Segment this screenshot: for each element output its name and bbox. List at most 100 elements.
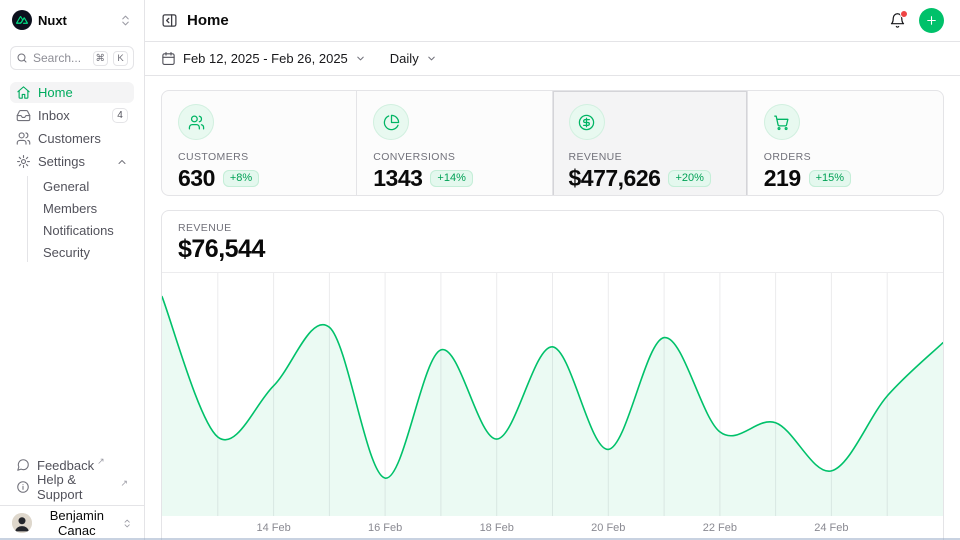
info-circle-icon [16,480,30,494]
dashboard-content: CUSTOMERS 630 +8% CONVERSIONS 1343 +14% [145,76,960,540]
home-icon [16,85,31,100]
inbox-count-badge: 4 [112,108,128,123]
main-area: Home Feb 12, 2025 - Feb 26, 2025 Daily [145,0,960,540]
link-label: Help & Support [37,472,117,502]
period-label: Daily [390,51,419,66]
stat-label: CUSTOMERS [178,151,340,163]
chevron-down-icon [355,53,366,64]
top-actions [889,8,944,33]
circle-dollar-icon [569,104,605,140]
sidebar-item-label: Inbox [38,108,70,123]
chevron-up-icon [116,156,128,168]
chart-metric-value: $76,544 [178,237,927,262]
sub-item-label: Security [43,245,90,260]
sidebar-item-notifications[interactable]: Notifications [39,220,134,240]
stats-grid: CUSTOMERS 630 +8% CONVERSIONS 1343 +14% [161,90,944,196]
revenue-chart-card: REVENUE $76,544 14 Feb 16 Feb 18 Feb 20 Feb… [161,210,944,540]
stat-delta-badge: +14% [430,170,472,187]
sub-item-label: Members [43,201,97,216]
settings-subnav: General Members Notifications Security [27,176,134,262]
sidebar-nav: Home Inbox 4 Customers Settings General … [0,70,144,262]
top-bar: Home [145,0,960,42]
kbd-k: K [113,51,128,66]
sidebar-item-home[interactable]: Home [10,82,134,103]
chart-metric-label: REVENUE [178,222,927,234]
stat-card-conversions[interactable]: CONVERSIONS 1343 +14% [357,91,552,196]
chart-header: REVENUE $76,544 [162,211,943,273]
svg-text:24 Feb: 24 Feb [814,522,848,534]
user-name: Benjamin Canac [39,508,115,538]
chevron-down-icon [426,53,437,64]
search-icon [16,52,28,64]
sidebar-item-label: Settings [38,154,85,169]
filters-toolbar: Feb 12, 2025 - Feb 26, 2025 Daily [145,42,960,76]
nuxt-logo-icon [12,10,32,30]
external-link-icon: ↗ [97,455,105,466]
svg-text:14 Feb: 14 Feb [256,522,290,534]
external-link-icon: ↗ [120,477,128,488]
page-title: Home [187,12,229,29]
stat-card-orders[interactable]: ORDERS 219 +15% [748,91,943,196]
chevron-up-down-icon [122,517,132,530]
notifications-button[interactable] [889,12,906,29]
sub-item-label: General [43,179,89,194]
add-button[interactable] [919,8,944,33]
stat-value: $477,626 [569,167,661,190]
users-icon [178,104,214,140]
revenue-area-chart[interactable]: 14 Feb 16 Feb 18 Feb 20 Feb 22 Feb 24 Feb [162,273,943,536]
search-input[interactable] [33,51,88,65]
sidebar-item-settings[interactable]: Settings [10,151,134,172]
stat-card-customers[interactable]: CUSTOMERS 630 +8% [162,91,357,196]
chevron-up-down-icon [119,14,132,27]
stat-label: ORDERS [764,151,927,163]
stat-value: 219 [764,167,801,190]
date-range-picker[interactable]: Feb 12, 2025 - Feb 26, 2025 [161,51,366,66]
sidebar-collapse-button[interactable] [161,12,178,29]
team-name: Nuxt [38,13,67,28]
sidebar-item-label: Home [38,85,73,100]
inbox-icon [16,108,31,123]
sidebar-item-security[interactable]: Security [39,242,134,262]
help-support-link[interactable]: Help & Support ↗ [10,477,134,497]
app-window: Nuxt ⌘ K Home Inbox 4 Customers [0,0,960,540]
stat-label: CONVERSIONS [373,151,535,163]
chart-pie-icon [373,104,409,140]
kbd-command: ⌘ [93,51,109,66]
sidebar-item-members[interactable]: Members [39,198,134,218]
sub-item-label: Notifications [43,223,114,238]
users-icon [16,131,31,146]
sidebar-user-section: Benjamin Canac [0,505,144,540]
svg-text:22 Feb: 22 Feb [703,522,737,534]
stat-delta-badge: +20% [668,170,710,187]
svg-text:16 Feb: 16 Feb [368,522,402,534]
stat-value: 1343 [373,167,422,190]
svg-text:18 Feb: 18 Feb [480,522,514,534]
sidebar-item-customers[interactable]: Customers [10,128,134,149]
calendar-icon [161,51,176,66]
svg-text:20 Feb: 20 Feb [591,522,625,534]
sidebar-item-label: Customers [38,131,101,146]
sidebar-spacer [0,262,144,451]
sidebar-item-general[interactable]: General [39,176,134,196]
stat-delta-badge: +8% [223,170,259,187]
shopping-cart-icon [764,104,800,140]
gear-icon [16,154,31,169]
message-circle-icon [16,458,30,472]
sidebar-footer-links: Feedback ↗ Help & Support ↗ [0,451,144,505]
panel-left-close-icon [161,12,178,29]
stat-card-revenue[interactable]: REVENUE $477,626 +20% [553,91,748,196]
sidebar-item-inbox[interactable]: Inbox 4 [10,105,134,126]
period-select[interactable]: Daily [390,51,437,66]
date-range-label: Feb 12, 2025 - Feb 26, 2025 [183,51,348,66]
sidebar: Nuxt ⌘ K Home Inbox 4 Customers [0,0,145,540]
notification-dot [900,10,908,18]
team-switcher[interactable]: Nuxt [0,0,144,38]
stat-value: 630 [178,167,215,190]
stat-delta-badge: +15% [809,170,851,187]
search-box[interactable]: ⌘ K [10,46,134,70]
link-label: Feedback [37,458,94,473]
user-menu[interactable]: Benjamin Canac [10,511,134,535]
plus-icon [925,14,938,27]
avatar [12,513,32,533]
stat-label: REVENUE [569,151,731,163]
